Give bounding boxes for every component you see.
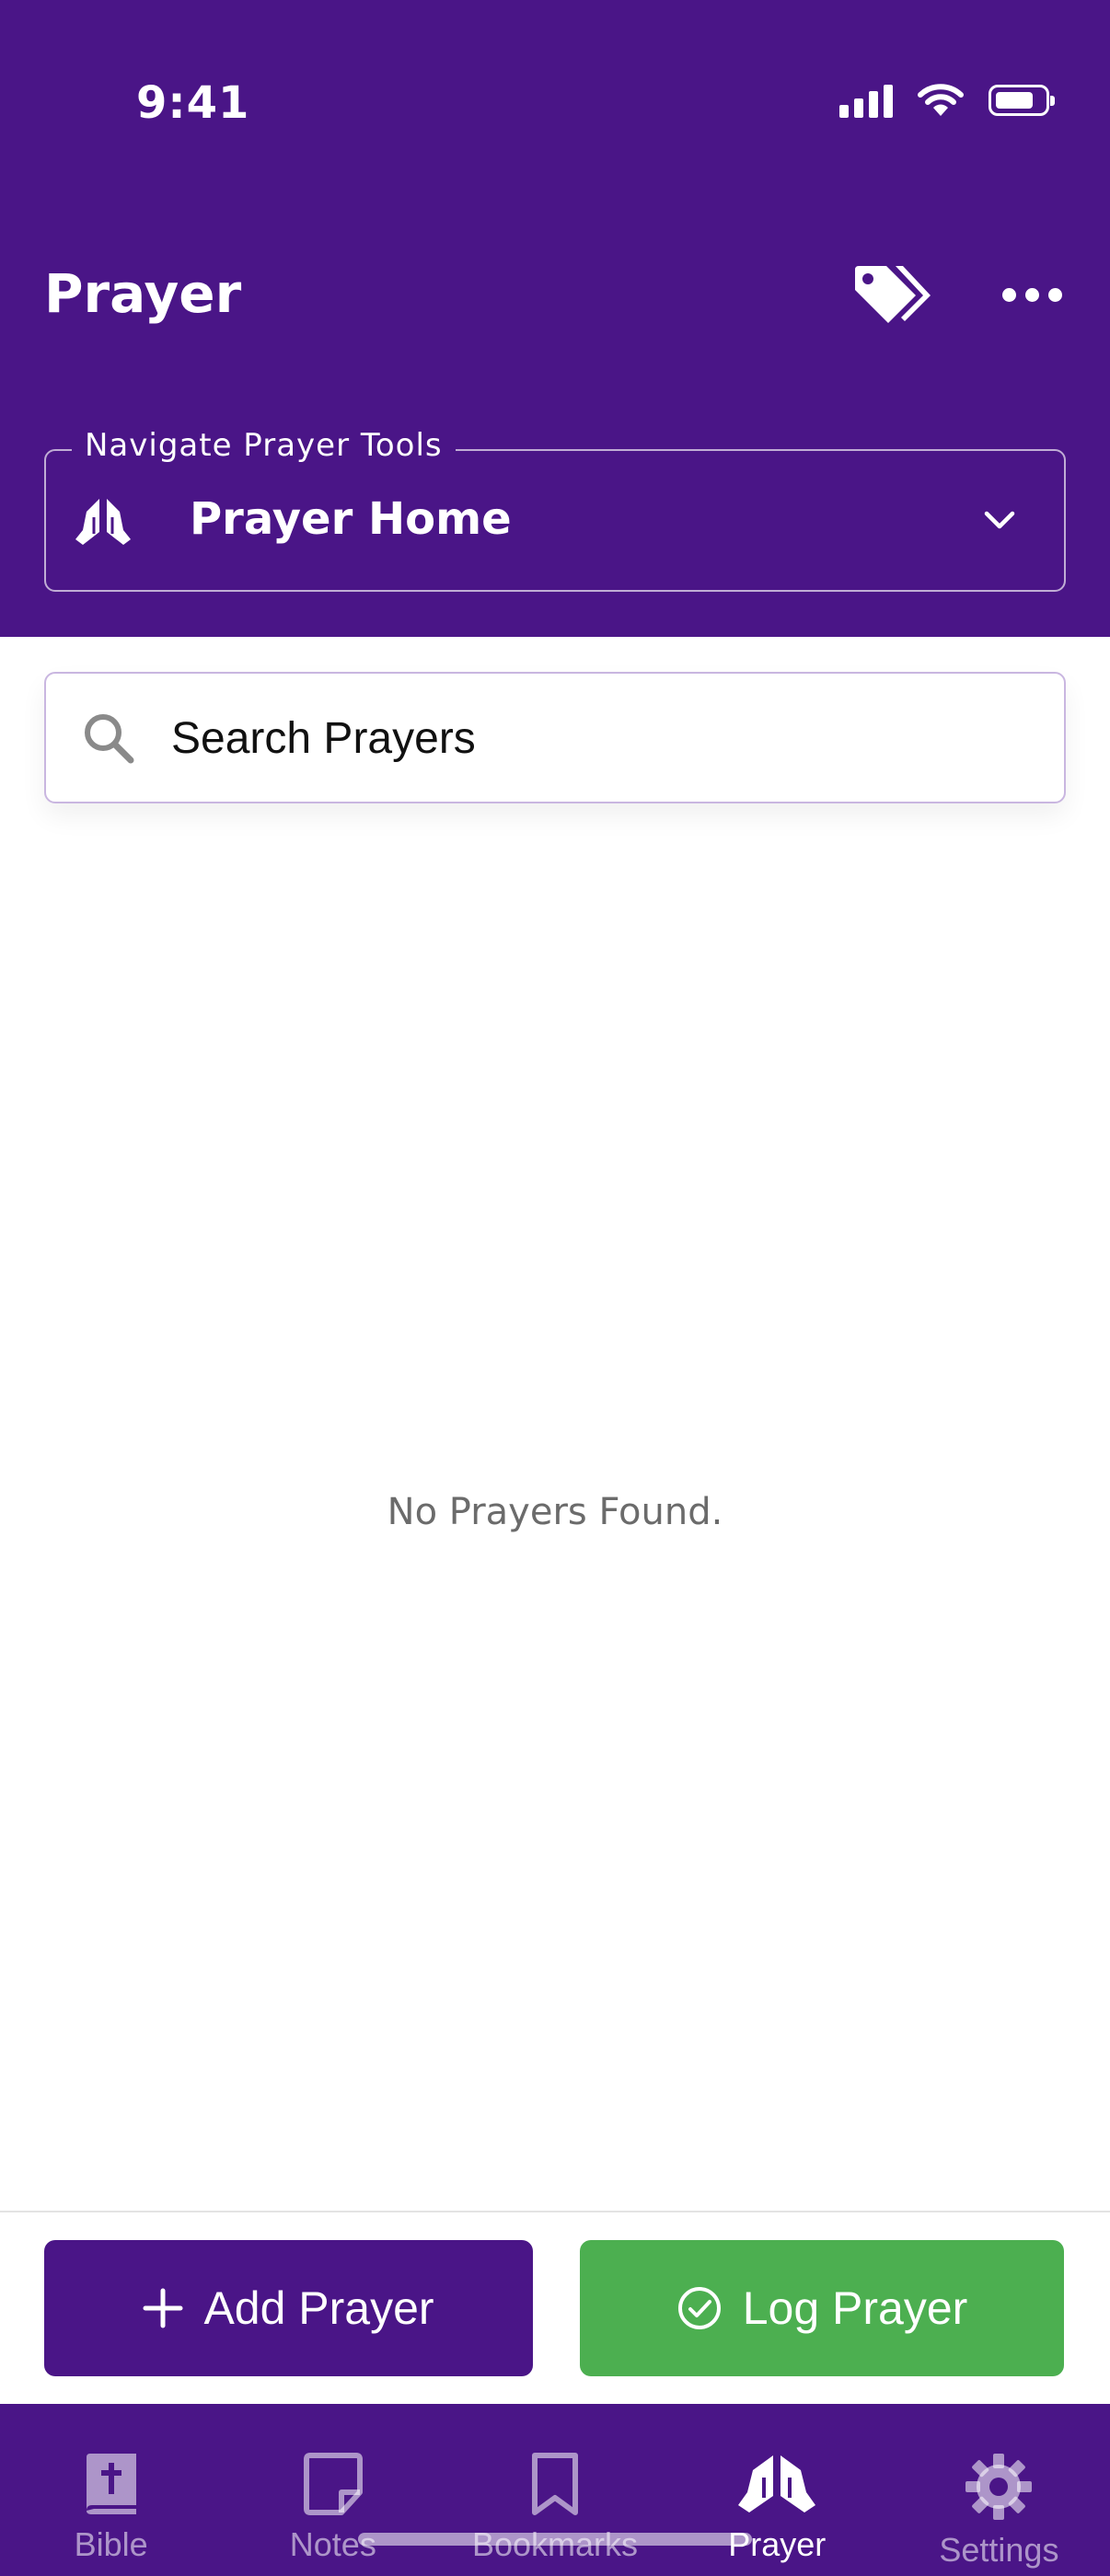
log-prayer-button[interactable]: Log Prayer	[580, 2240, 1064, 2376]
search-input[interactable]	[171, 701, 1027, 775]
chevron-down-icon	[984, 511, 1015, 529]
wifi-icon	[918, 84, 964, 116]
status-time: 9:41	[136, 77, 250, 129]
tab-bookmarks[interactable]: Bookmarks	[444, 2404, 665, 2576]
praying-hands-icon	[738, 2455, 816, 2512]
navigate-prayer-tools-select[interactable]: Navigate Prayer Tools Prayer Home	[44, 427, 1066, 592]
search-icon	[85, 714, 134, 764]
tags-icon[interactable]	[851, 262, 931, 327]
tab-bar: Bible Notes Bookmarks Prayer	[0, 2404, 1110, 2576]
navigate-select-value: Prayer Home	[190, 493, 512, 545]
page-title: Prayer	[44, 262, 242, 325]
bookmark-icon	[532, 2453, 578, 2515]
tab-label: Settings	[939, 2531, 1059, 2569]
signal-icon	[839, 83, 893, 118]
home-indicator	[358, 2533, 752, 2546]
app-header: 9:41 Prayer Navigate Prayer Tools Prayer…	[0, 0, 1110, 637]
action-bar: Add Prayer Log Prayer	[0, 2211, 1110, 2402]
battery-icon	[989, 85, 1055, 116]
navigate-select-legend: Navigate Prayer Tools	[72, 427, 456, 464]
tab-settings[interactable]: Settings	[888, 2404, 1110, 2576]
praying-hands-icon	[75, 499, 131, 545]
add-prayer-label: Add Prayer	[203, 2282, 434, 2334]
add-prayer-button[interactable]: Add Prayer	[44, 2240, 533, 2376]
status-icons	[839, 83, 1055, 118]
empty-state-message: No Prayers Found.	[387, 1491, 723, 1533]
tab-notes[interactable]: Notes	[222, 2404, 444, 2576]
check-circle-icon	[677, 2287, 721, 2329]
tab-label: Bible	[74, 2525, 148, 2563]
more-icon[interactable]	[1001, 274, 1062, 315]
plus-icon	[143, 2288, 183, 2328]
note-icon	[303, 2453, 363, 2515]
gear-icon	[965, 2454, 1033, 2520]
log-prayer-label: Log Prayer	[742, 2282, 968, 2334]
bible-icon	[86, 2454, 136, 2514]
tab-bible[interactable]: Bible	[0, 2404, 222, 2576]
tab-prayer[interactable]: Prayer	[666, 2404, 888, 2576]
search-box	[44, 672, 1066, 803]
